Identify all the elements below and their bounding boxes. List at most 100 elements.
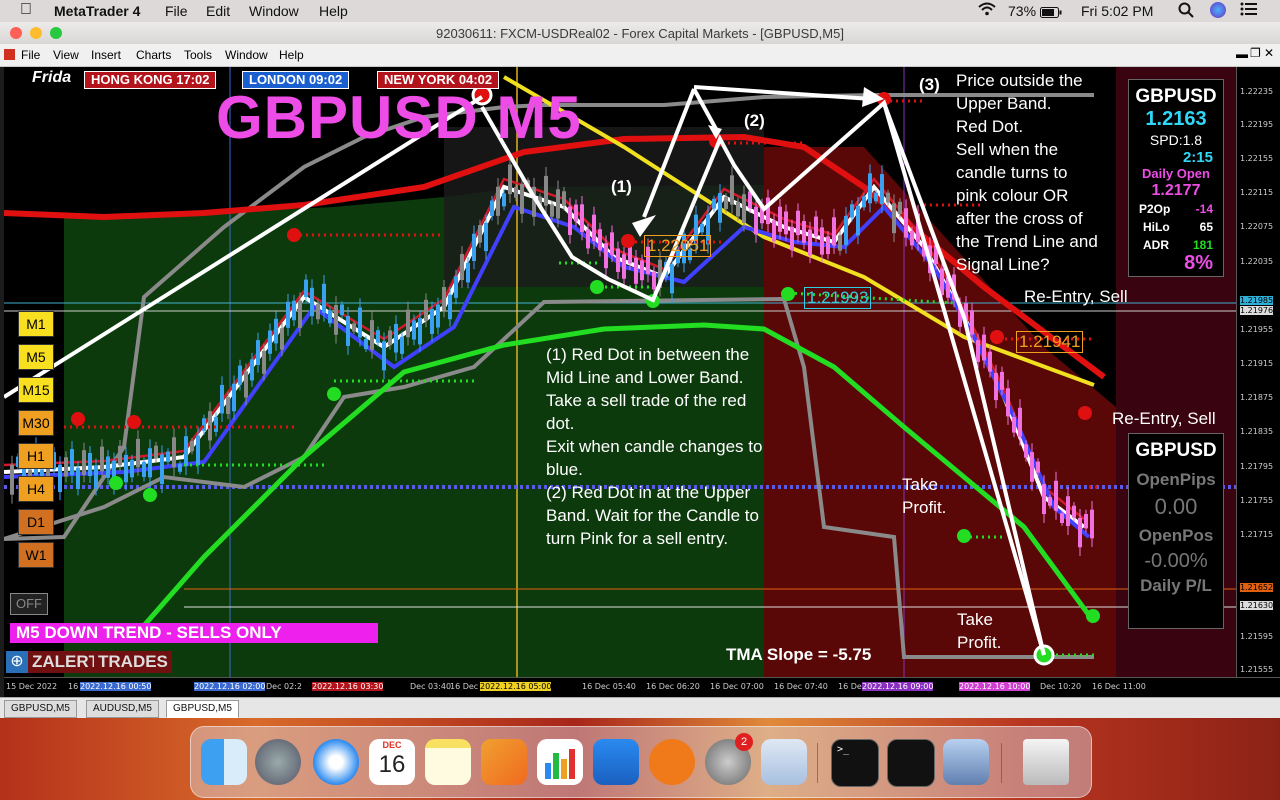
timeframe-h4-button[interactable]: H4 — [18, 476, 54, 502]
spotlight-search-icon[interactable] — [1178, 2, 1194, 21]
tma-slope-label: TMA Slope = -5.75 — [726, 645, 872, 664]
candle-body — [178, 463, 182, 472]
wifi-icon[interactable] — [978, 2, 996, 19]
timeframe-w1-button[interactable]: W1 — [18, 542, 54, 568]
candle-body — [718, 192, 722, 223]
metatrader-icon[interactable] — [761, 739, 807, 785]
chart-symbol-title: GBPUSD M5 — [216, 84, 582, 151]
price-axis-label: 1.21955 — [1240, 325, 1274, 334]
calendar-icon[interactable]: DEC 16 — [369, 739, 415, 785]
candle-body — [820, 227, 824, 255]
timeframe-d1-button[interactable]: D1 — [18, 509, 54, 535]
candle-body — [442, 287, 446, 311]
system-preferences-icon[interactable]: 2 — [705, 733, 753, 785]
safari-icon[interactable] — [313, 739, 359, 785]
app-menu-help[interactable]: Help — [279, 48, 304, 62]
books-icon[interactable] — [649, 739, 695, 785]
timeframe-h1-button[interactable]: H1 — [18, 443, 54, 469]
info-panel: GBPUSD 1.2163 SPD:1.8 2:15 Daily Open 1.… — [1128, 79, 1224, 277]
timeframe-m1-button[interactable]: M1 — [18, 311, 54, 337]
menubar-window[interactable]: Window — [249, 3, 299, 19]
info-hilo-value: 65 — [1199, 220, 1213, 234]
candle-body — [562, 191, 566, 206]
candle-body — [292, 300, 296, 321]
info-adr-value: 181 — [1192, 238, 1213, 252]
menubar-help[interactable]: Help — [319, 3, 348, 19]
candle-body — [190, 440, 194, 452]
candle-body — [754, 206, 758, 235]
candle-body — [556, 189, 560, 219]
menubar-clock[interactable]: Fri 5:02 PM — [1081, 3, 1153, 19]
app-menu-tools[interactable]: Tools — [184, 48, 212, 62]
menubar-file[interactable]: File — [165, 3, 188, 19]
app-menu-charts[interactable]: Charts — [136, 48, 171, 62]
chart-tab-gbpusd-m5[interactable]: GBPUSD,M5 — [4, 700, 77, 718]
app-menu-view[interactable]: View — [53, 48, 79, 62]
child-minimize-icon[interactable]: ▬ — [1236, 47, 1248, 61]
timeframe-m15-button[interactable]: M15 — [18, 377, 54, 403]
notification-badge: 2 — [735, 733, 753, 751]
price-axis-label: 1.21555 — [1240, 665, 1274, 674]
candle-body — [886, 192, 890, 203]
candle-body — [982, 334, 986, 361]
day-label: Frida — [32, 69, 72, 86]
menubar-edit[interactable]: Edit — [206, 3, 230, 19]
launchpad-icon[interactable] — [255, 739, 301, 785]
timeframe-m30-button[interactable]: M30 — [18, 410, 54, 436]
notification-center-icon[interactable] — [1240, 2, 1258, 19]
numbers-icon[interactable] — [537, 739, 583, 785]
child-close-icon[interactable]: ✕ — [1264, 46, 1274, 60]
candle-body — [508, 164, 512, 195]
finder-icon[interactable] — [201, 739, 247, 785]
timeframe-m5-button[interactable]: M5 — [18, 344, 54, 370]
price-tag-3: 1.21941 — [1016, 331, 1084, 353]
reentry-label-1: Re-Entry, Sell — [1024, 287, 1128, 306]
time-axis-label: 16 Dec 06:20 — [646, 682, 700, 691]
candle-body — [880, 174, 884, 205]
menubar-app-name[interactable]: MetaTrader 4 — [54, 3, 140, 19]
zalert-button[interactable]: ZALERT — [28, 651, 104, 673]
app-menu-insert[interactable]: Insert — [91, 48, 121, 62]
trades-button[interactable]: TRADES — [94, 651, 172, 673]
chart-tab-gbpusd-m5-active[interactable]: GBPUSD,M5 — [166, 700, 239, 718]
candle-body — [994, 372, 998, 401]
candle-body — [568, 206, 572, 236]
candle-body — [448, 294, 452, 320]
child-restore-icon[interactable]: ❐ — [1250, 46, 1261, 60]
app-menubar: File View Insert Charts Tools Window Hel… — [0, 44, 1280, 67]
apple-icon[interactable]:  — [20, 1, 32, 19]
app-menu-file[interactable]: File — [21, 48, 40, 62]
candle-body — [370, 320, 374, 350]
chart-tabs: GBPUSD,M5 AUDUSD,M5 GBPUSD,M5 — [0, 697, 1280, 719]
terminal-icon[interactable]: >_ — [831, 739, 879, 787]
app-menu-window[interactable]: Window — [225, 48, 268, 62]
info-timer: 2:15 — [1182, 149, 1213, 166]
battery-percent[interactable]: 73% — [1008, 3, 1036, 19]
annotation-left-line: Band. Wait for the Candle to — [546, 506, 759, 525]
candle-body — [496, 186, 500, 216]
candle-body — [844, 215, 848, 245]
candle-body — [466, 262, 470, 283]
candle-body — [316, 304, 320, 320]
preview-icon[interactable] — [943, 739, 989, 785]
battery-icon[interactable] — [1040, 5, 1062, 21]
candle-body — [100, 446, 104, 472]
info-hilo-label: HiLo — [1143, 220, 1170, 234]
siri-icon[interactable] — [1210, 2, 1226, 18]
trash-icon[interactable] — [1023, 739, 1069, 785]
price-axis-tag-white: 1.21976 — [1240, 306, 1274, 315]
notes-icon[interactable] — [425, 739, 471, 785]
exec-terminal-icon[interactable] — [887, 739, 935, 787]
candle-body — [574, 204, 578, 222]
chart-tab-audusd-m5[interactable]: AUDUSD,M5 — [86, 700, 159, 718]
off-button[interactable]: OFF — [10, 593, 48, 615]
keynote-icon[interactable] — [593, 739, 639, 785]
price-chart[interactable]: Frida HONG KONG 17:02 LONDON 09:02 NEW Y… — [4, 67, 1236, 677]
crosshair-icon[interactable]: ⊕ — [6, 651, 28, 673]
daily-pl-label: Daily P/L — [1140, 576, 1212, 595]
candle-body — [334, 305, 338, 335]
candle-body — [970, 310, 974, 335]
pages-icon[interactable] — [481, 739, 527, 785]
candle-body — [910, 230, 914, 246]
candle-body — [670, 264, 674, 294]
